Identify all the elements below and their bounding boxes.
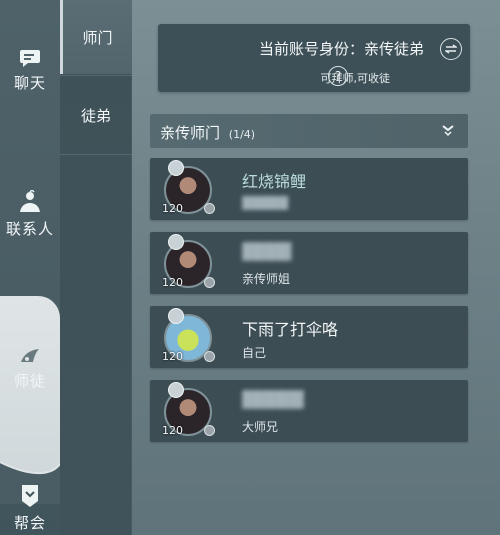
online-status-dot — [204, 277, 215, 288]
member-card[interactable]: 120 ▓▓▓▓ 亲传师姐 — [150, 232, 468, 294]
member-card[interactable]: 120 ▓▓▓▓▓ 大师兄 — [150, 380, 468, 442]
sect-section-header[interactable]: 亲传师门 (1/4) — [150, 114, 468, 148]
sub-tab-column: 师门 徒弟 — [60, 0, 132, 535]
contact-person-icon — [20, 190, 40, 212]
tab-divider — [60, 154, 132, 155]
level-label: 120 — [162, 424, 183, 437]
rail-mentorship-label: 师徒 — [13, 372, 46, 390]
chat-bubble-icon — [20, 50, 40, 67]
rail-item-chat[interactable]: 聊天 — [0, 48, 60, 93]
identity-label: 当前账号身份：亲传徒弟 — [258, 40, 424, 58]
rail-item-guild[interactable]: 帮会 — [0, 484, 60, 533]
help-question-icon: ? — [334, 69, 342, 83]
sect-badge-icon — [168, 234, 184, 250]
guild-banner-icon — [22, 485, 38, 507]
online-status-dot — [204, 351, 215, 362]
online-status-dot — [204, 203, 215, 214]
swap-arrows-icon — [445, 44, 457, 54]
member-card[interactable]: 120 红烧锦鲤 ▓▓▓▓▓ — [150, 158, 468, 220]
tab-apprentices[interactable]: 徒弟 — [60, 78, 132, 152]
tab-divider — [60, 75, 132, 76]
member-role: ▓▓▓▓▓ — [242, 196, 289, 210]
swap-identity-button[interactable] — [440, 38, 462, 60]
rail-chat-label: 聊天 — [13, 74, 46, 92]
member-name: ▓▓▓▓ — [242, 242, 292, 261]
collapse-chevron-icon[interactable] — [440, 122, 456, 138]
member-name: ▓▓▓▓▓ — [242, 390, 304, 409]
tab-master-sect[interactable]: 师门 — [60, 0, 132, 74]
level-label: 120 — [162, 350, 183, 363]
master-apprentice-icon — [21, 349, 39, 362]
account-identity-card: 当前账号身份：亲传徒弟 可拜师,可收徒 ? — [158, 24, 470, 92]
sect-badge-icon — [168, 308, 184, 324]
online-status-dot — [204, 425, 215, 436]
level-label: 120 — [162, 202, 183, 215]
rail-item-mentorship[interactable]: 师徒 — [0, 346, 60, 391]
left-nav-rail: 聊天 联系人 师徒 帮会 — [0, 0, 60, 535]
member-name: 红烧锦鲤 — [242, 172, 307, 191]
section-count: (1/4) — [228, 128, 256, 141]
rail-contacts-label: 联系人 — [5, 220, 54, 238]
tab-master-sect-label: 师门 — [82, 28, 113, 47]
member-card[interactable]: 120 下雨了打伞咯 自己 — [150, 306, 468, 368]
section-title: 亲传师门 (1/4) — [160, 122, 255, 143]
rail-guild-label: 帮会 — [13, 514, 46, 532]
help-button[interactable]: ? — [328, 66, 348, 86]
member-role: 自己 — [242, 346, 267, 360]
section-title-text: 亲传师门 — [160, 124, 221, 142]
tab-apprentices-label: 徒弟 — [80, 106, 111, 125]
rail-active-highlight — [0, 296, 60, 486]
sect-badge-icon — [168, 382, 184, 398]
rail-item-contacts[interactable]: 联系人 — [0, 190, 60, 239]
level-label: 120 — [162, 276, 183, 289]
member-name: 下雨了打伞咯 — [242, 320, 339, 339]
member-role: 亲传师姐 — [242, 272, 291, 286]
sect-badge-icon — [168, 160, 184, 176]
member-role: 大师兄 — [242, 420, 279, 434]
